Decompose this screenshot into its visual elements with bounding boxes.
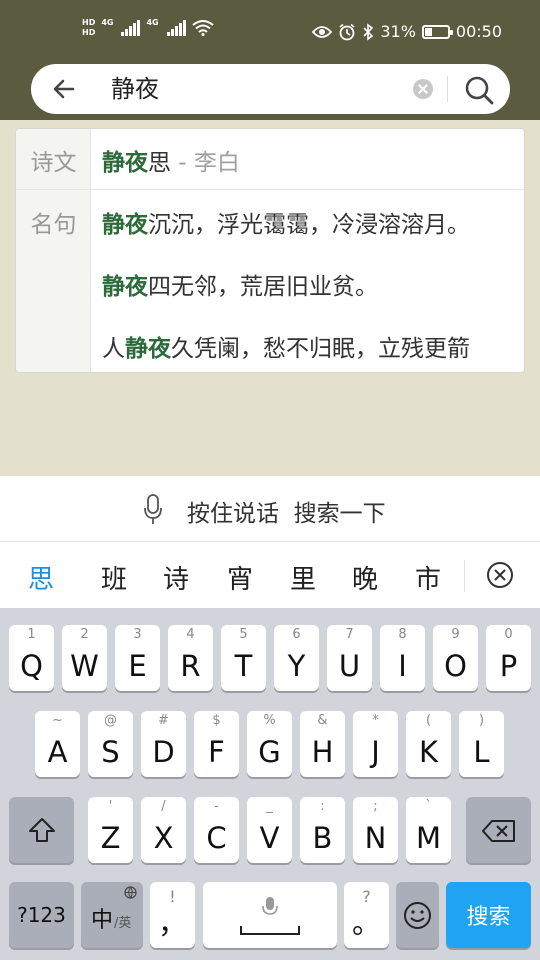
eye-icon [312, 25, 333, 38]
key-y[interactable]: 6Y [274, 625, 319, 691]
key-x[interactable]: / X [141, 797, 186, 863]
period-key[interactable]: ?。 [344, 882, 389, 948]
key-e[interactable]: 3E [115, 625, 160, 691]
wifi-icon [192, 20, 214, 36]
candidate-item[interactable]: 诗 [163, 559, 189, 596]
key-r[interactable]: 4R [168, 625, 213, 691]
key-t[interactable]: 5T [221, 625, 266, 691]
key-f[interactable]: $ F [194, 711, 239, 777]
key-g[interactable]: % G [247, 711, 292, 777]
alarm-icon [339, 23, 355, 40]
candidate-item[interactable]: 里 [290, 559, 316, 596]
voice-input-bar[interactable]: 按住说话 搜索一下 [0, 476, 540, 542]
quote-section-label: 名句 [30, 212, 77, 238]
globe-icon [124, 886, 137, 899]
microphone-icon [262, 897, 278, 915]
quote-result[interactable]: 静夜四无邻，荒居旧业贫。 [102, 267, 378, 301]
candidate-item[interactable]: 思 [28, 559, 54, 596]
search-key[interactable]: 搜索 [446, 882, 531, 948]
backspace-key[interactable] [466, 797, 531, 863]
network-type-1: 4G [101, 18, 114, 27]
key-z[interactable]: ' Z [88, 797, 133, 863]
candidate-item[interactable]: 宵 [227, 559, 253, 596]
key-v[interactable]: _ V [247, 797, 292, 863]
key-k[interactable]: (K [406, 711, 451, 777]
key-o[interactable]: 9O [433, 625, 478, 691]
key-i[interactable]: 8I [380, 625, 425, 691]
search-bar: 静夜 [31, 64, 510, 114]
shift-key[interactable] [9, 797, 74, 863]
key-c[interactable]: -C [194, 797, 239, 863]
language-switch-key[interactable]: 中 /英 [81, 882, 143, 948]
key-u[interactable]: 7U [327, 625, 372, 691]
keyboard: 1Q 2W 3E 4R 5T 6Y 7U 8I 9O 0P ~ A @ S # D $… [0, 608, 540, 960]
microphone-icon [144, 494, 162, 524]
hd-indicator: HD HD [82, 18, 96, 37]
candidate-bar: 思 班 诗 宵 里 晚 市 [0, 542, 540, 608]
key-a[interactable]: ~ A [35, 711, 80, 777]
search-icon[interactable] [463, 74, 495, 106]
key-w[interactable]: 2W [62, 625, 107, 691]
results-card: 诗文 静夜思 - 李白 名句 静夜沉沉，浮光霭霭，冷浸溶溶月。 静夜四无邻，荒居… [15, 128, 525, 373]
key-p[interactable]: 0P [486, 625, 531, 691]
key-m[interactable]: ` M [406, 797, 451, 863]
close-candidates-icon[interactable] [486, 561, 514, 589]
emoji-key[interactable] [396, 882, 439, 948]
battery-percent: 31% [380, 22, 416, 41]
status-bar: HD HD 4G 4G 31% 00:50 [0, 0, 540, 66]
back-arrow-icon[interactable] [49, 74, 79, 104]
key-s[interactable]: @ S [88, 711, 133, 777]
signal-icon [166, 20, 186, 36]
candidate-item[interactable]: 班 [101, 559, 127, 596]
quote-result[interactable]: 人静夜久凭阑，愁不归眠，立残更箭 [102, 329, 470, 363]
poem-result[interactable]: 静夜思 - 李白 [102, 143, 240, 177]
space-bar-mark [240, 926, 300, 935]
candidate-item[interactable]: 晚 [352, 559, 378, 596]
voice-input-label: 按住说话 搜索一下 [187, 501, 386, 527]
candidate-item[interactable]: 市 [415, 559, 441, 596]
quote-result[interactable]: 静夜沉沉，浮光霭霭，冷浸溶溶月。 [102, 205, 470, 239]
bluetooth-icon [363, 22, 374, 41]
signal-icon [121, 20, 141, 36]
key-b[interactable]: :B [300, 797, 345, 863]
key-j[interactable]: * J [353, 711, 398, 777]
key-n[interactable]: ; N [353, 797, 398, 863]
search-divider [447, 76, 448, 102]
key-h[interactable]: & H [300, 711, 345, 777]
candidate-divider [464, 560, 465, 592]
battery-icon [421, 24, 453, 39]
network-type-2: 4G [146, 18, 159, 27]
key-d[interactable]: # D [141, 711, 186, 777]
comma-key[interactable]: !， [150, 882, 195, 948]
numbers-key[interactable]: ?123 [9, 882, 74, 948]
search-input[interactable]: 静夜 [111, 74, 159, 104]
clear-icon[interactable] [413, 79, 433, 99]
space-key[interactable] [203, 882, 337, 948]
backspace-icon [482, 820, 515, 842]
key-q[interactable]: 1Q [9, 625, 54, 691]
poem-section-label: 诗文 [30, 150, 77, 176]
clock: 00:50 [455, 22, 502, 41]
app-header: HD HD 4G 4G 31% 00:50 静夜 [0, 0, 540, 120]
results-divider [16, 189, 524, 190]
key-l[interactable]: ) L [459, 711, 504, 777]
emoji-icon [404, 902, 431, 929]
shift-icon [29, 818, 55, 842]
